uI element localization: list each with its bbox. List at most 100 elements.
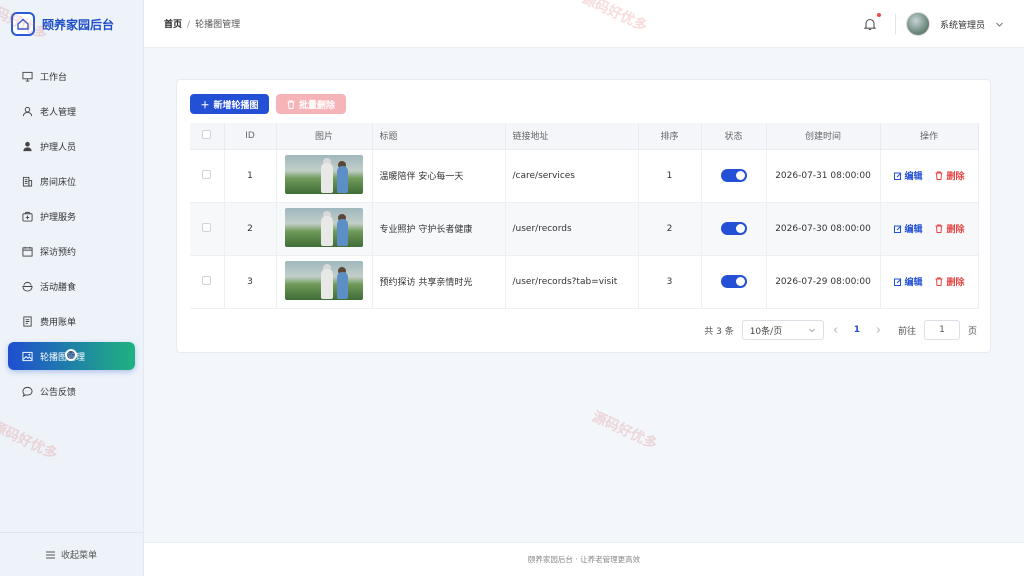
trash-icon xyxy=(935,171,943,180)
cell-title: 专业照护 守护长者健康 xyxy=(372,202,506,256)
cell-sort: 3 xyxy=(638,255,702,309)
goto-prefix: 前往 xyxy=(897,326,916,337)
sidebar-item-caregivers[interactable]: 护理人员 xyxy=(8,132,135,160)
cell-actions: 编辑 删除 xyxy=(880,255,979,309)
header-actions: 系统管理员 xyxy=(863,12,1004,36)
column-header: 标题 xyxy=(372,123,506,150)
sidebar-item-label: 房间床位 xyxy=(40,177,77,188)
bill-icon xyxy=(23,315,32,327)
goto-page-input[interactable]: 1 xyxy=(923,320,960,340)
add-banner-label: 新增轮播图 xyxy=(213,100,259,111)
total-count: 共 3 条 xyxy=(704,326,734,337)
sidebar-item-label: 轮播图管理 xyxy=(40,352,86,363)
sidebar-item-dashboard[interactable]: 工作台 xyxy=(8,62,135,90)
breadcrumb-home[interactable]: 首页 xyxy=(164,20,182,30)
cell-id: 2 xyxy=(224,202,277,256)
status-toggle[interactable] xyxy=(720,169,747,182)
edit-icon xyxy=(893,278,901,286)
cell-sort: 1 xyxy=(638,149,702,203)
row-checkbox[interactable] xyxy=(190,202,225,256)
status-toggle[interactable] xyxy=(720,275,747,288)
edit-label: 编辑 xyxy=(904,278,923,288)
column-header: ID xyxy=(224,123,277,150)
cell-id: 3 xyxy=(224,255,277,309)
food-icon xyxy=(22,281,33,292)
trash-icon xyxy=(287,100,295,109)
sidebar-item-rooms[interactable]: 房间床位 xyxy=(8,167,135,195)
edit-button[interactable]: 编辑 xyxy=(893,169,923,182)
edit-icon xyxy=(893,172,901,180)
sidebar-item-label: 费用账单 xyxy=(40,317,77,328)
sidebar-item-label: 老人管理 xyxy=(40,107,77,118)
calendar-icon xyxy=(22,246,33,257)
sidebar-item-banners[interactable]: 轮播图管理 xyxy=(8,342,135,370)
sidebar-item-label: 公告反馈 xyxy=(40,387,77,398)
home-logo-icon xyxy=(11,12,35,36)
sidebar-item-elders[interactable]: 老人管理 xyxy=(8,97,135,125)
notification-dot xyxy=(876,13,881,17)
menu-icon xyxy=(45,551,55,558)
sidebar-item-bills[interactable]: 费用账单 xyxy=(8,307,135,335)
page-size-value: 10条/页 xyxy=(749,326,783,337)
row-checkbox[interactable] xyxy=(190,255,225,309)
breadcrumb-separator: / xyxy=(187,20,191,30)
sidebar-item-label: 工作台 xyxy=(40,72,68,83)
delete-button[interactable]: 删除 xyxy=(935,222,964,235)
table-row: 2 专业照护 守护长者健康 /user/records 2 2026-07-30… xyxy=(190,202,979,256)
chevron-down-icon[interactable] xyxy=(995,20,1004,29)
banner-list-card: ＋ 新增轮播图 批量删除 ID 图片 标题 链接地址 排序 状态 创建时间 操作… xyxy=(176,79,991,353)
next-page-icon[interactable] xyxy=(874,326,882,334)
collapse-menu-button[interactable]: 收起菜单 xyxy=(0,532,143,576)
page-size-select[interactable]: 10条/页 xyxy=(741,320,824,340)
row-checkbox[interactable] xyxy=(190,149,225,203)
user-name[interactable]: 系统管理员 xyxy=(940,18,985,31)
status-toggle[interactable] xyxy=(720,222,747,235)
add-banner-button[interactable]: ＋ 新增轮播图 xyxy=(190,94,269,114)
goto-suffix: 页 xyxy=(967,326,977,337)
column-header: 操作 xyxy=(880,123,979,150)
chevron-down-icon xyxy=(808,328,815,333)
topbar: 首页 / 轮播图管理 系统管理员 xyxy=(144,0,1024,48)
table-row: 3 预约探访 共享亲情时光 /user/records?tab=visit 3 … xyxy=(190,255,979,309)
delete-button[interactable]: 删除 xyxy=(935,169,964,182)
select-all-checkbox[interactable] xyxy=(190,123,225,150)
collapse-label: 收起菜单 xyxy=(60,551,97,561)
cell-status xyxy=(701,255,767,309)
sidebar-item-label: 护理服务 xyxy=(40,212,77,223)
building-icon xyxy=(22,176,33,187)
table-header-row: ID 图片 标题 链接地址 排序 状态 创建时间 操作 xyxy=(190,123,979,150)
delete-button[interactable]: 删除 xyxy=(935,275,964,288)
sidebar-item-visits[interactable]: 探访预约 xyxy=(8,237,135,265)
edit-button[interactable]: 编辑 xyxy=(893,275,923,288)
cell-title: 预约探访 共享亲情时光 xyxy=(372,255,506,309)
sidebar-item-notices[interactable]: 公告反馈 xyxy=(8,377,135,405)
mouse-cursor-icon xyxy=(65,349,77,361)
sidebar-item-services[interactable]: 护理服务 xyxy=(8,202,135,230)
cell-id: 1 xyxy=(224,149,277,203)
image-icon xyxy=(22,351,33,361)
cell-created: 2026-07-29 08:00:00 xyxy=(766,255,881,309)
footer: 颐养家园后台 · 让养老管理更高效 xyxy=(144,542,1024,576)
cell-created: 2026-07-30 08:00:00 xyxy=(766,202,881,256)
sidebar-item-label: 活动膳食 xyxy=(40,282,77,293)
sidebar-item-label: 探访预约 xyxy=(40,247,77,258)
banner-thumbnail xyxy=(285,260,363,300)
prev-page-icon[interactable] xyxy=(832,326,840,334)
cell-image xyxy=(276,149,373,203)
breadcrumb-current: 轮播图管理 xyxy=(195,20,241,30)
chat-icon xyxy=(22,386,33,397)
notification-bell-icon[interactable] xyxy=(863,13,881,31)
column-header: 创建时间 xyxy=(766,123,881,150)
page-number[interactable]: 1 xyxy=(854,325,860,335)
avatar[interactable] xyxy=(905,12,930,36)
trash-icon xyxy=(935,224,943,233)
edit-button[interactable]: 编辑 xyxy=(893,222,923,235)
sidebar-item-meals[interactable]: 活动膳食 xyxy=(8,272,135,300)
person-icon xyxy=(23,141,32,151)
cell-status xyxy=(701,149,767,203)
brand[interactable]: 颐养家园后台 xyxy=(0,0,143,48)
banner-table: ID 图片 标题 链接地址 排序 状态 创建时间 操作 1 温暖陪伴 安心每一天… xyxy=(190,123,979,309)
batch-delete-button[interactable]: 批量删除 xyxy=(276,94,346,114)
sidebar-menu: 工作台 老人管理 护理人员 房间床位 护理服务 探访预约 活动膳食 费用账单 轮… xyxy=(0,62,143,405)
cell-created: 2026-07-31 08:00:00 xyxy=(766,149,881,203)
